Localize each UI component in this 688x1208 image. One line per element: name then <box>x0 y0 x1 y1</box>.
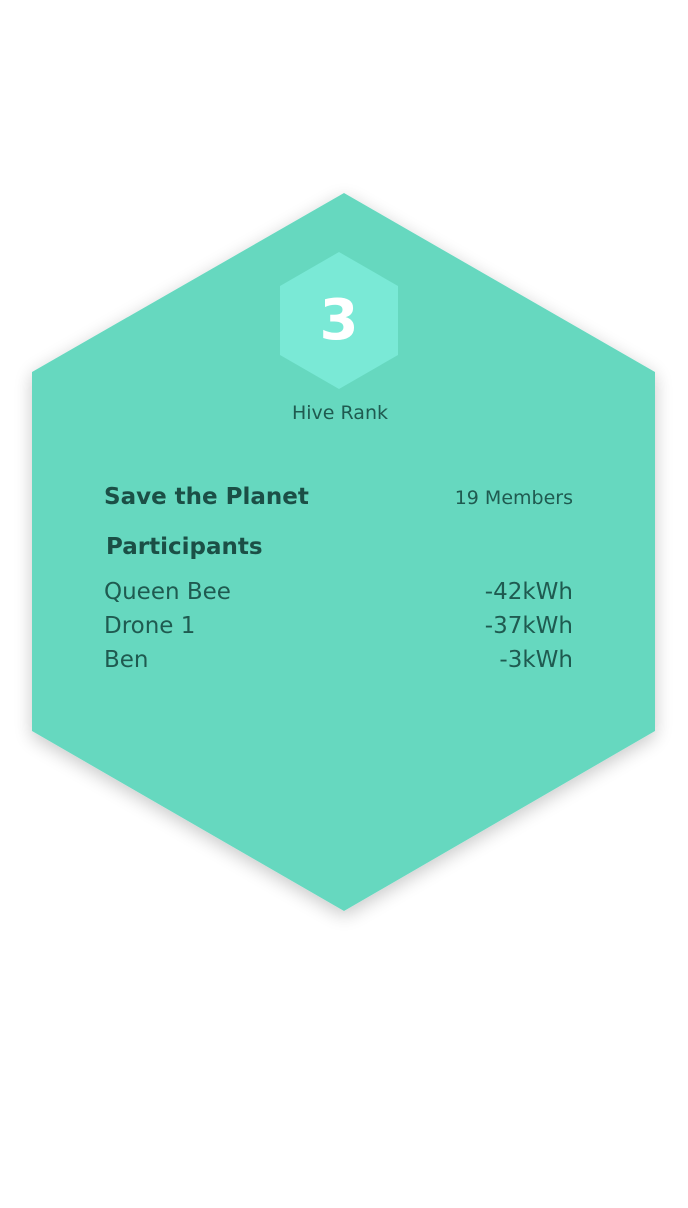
page: 3 Hive Rank Save the Planet 19 Members P… <box>0 0 688 1208</box>
team-name: Save the Planet <box>104 484 309 510</box>
members-count: 19 Members <box>454 487 573 509</box>
hive-card-content: 3 Hive Rank Save the Planet 19 Members P… <box>0 0 688 1208</box>
rank-label: Hive Rank <box>291 402 388 424</box>
participants-heading: Participants <box>106 534 263 560</box>
participant-value: -3kWh <box>499 647 573 673</box>
participant-value: -42kWh <box>484 579 573 605</box>
participant-name: Ben <box>104 647 149 673</box>
participant-name: Drone 1 <box>104 613 196 639</box>
participant-name: Queen Bee <box>104 579 231 605</box>
participant-row: Queen Bee -42kWh <box>104 575 573 609</box>
participant-list: Queen Bee -42kWh Drone 1 -37kWh Ben -3kW… <box>104 575 573 677</box>
rank-number: 3 <box>319 288 359 353</box>
participant-value: -37kWh <box>484 613 573 639</box>
participant-row: Ben -3kWh <box>104 643 573 677</box>
participant-row: Drone 1 -37kWh <box>104 609 573 643</box>
